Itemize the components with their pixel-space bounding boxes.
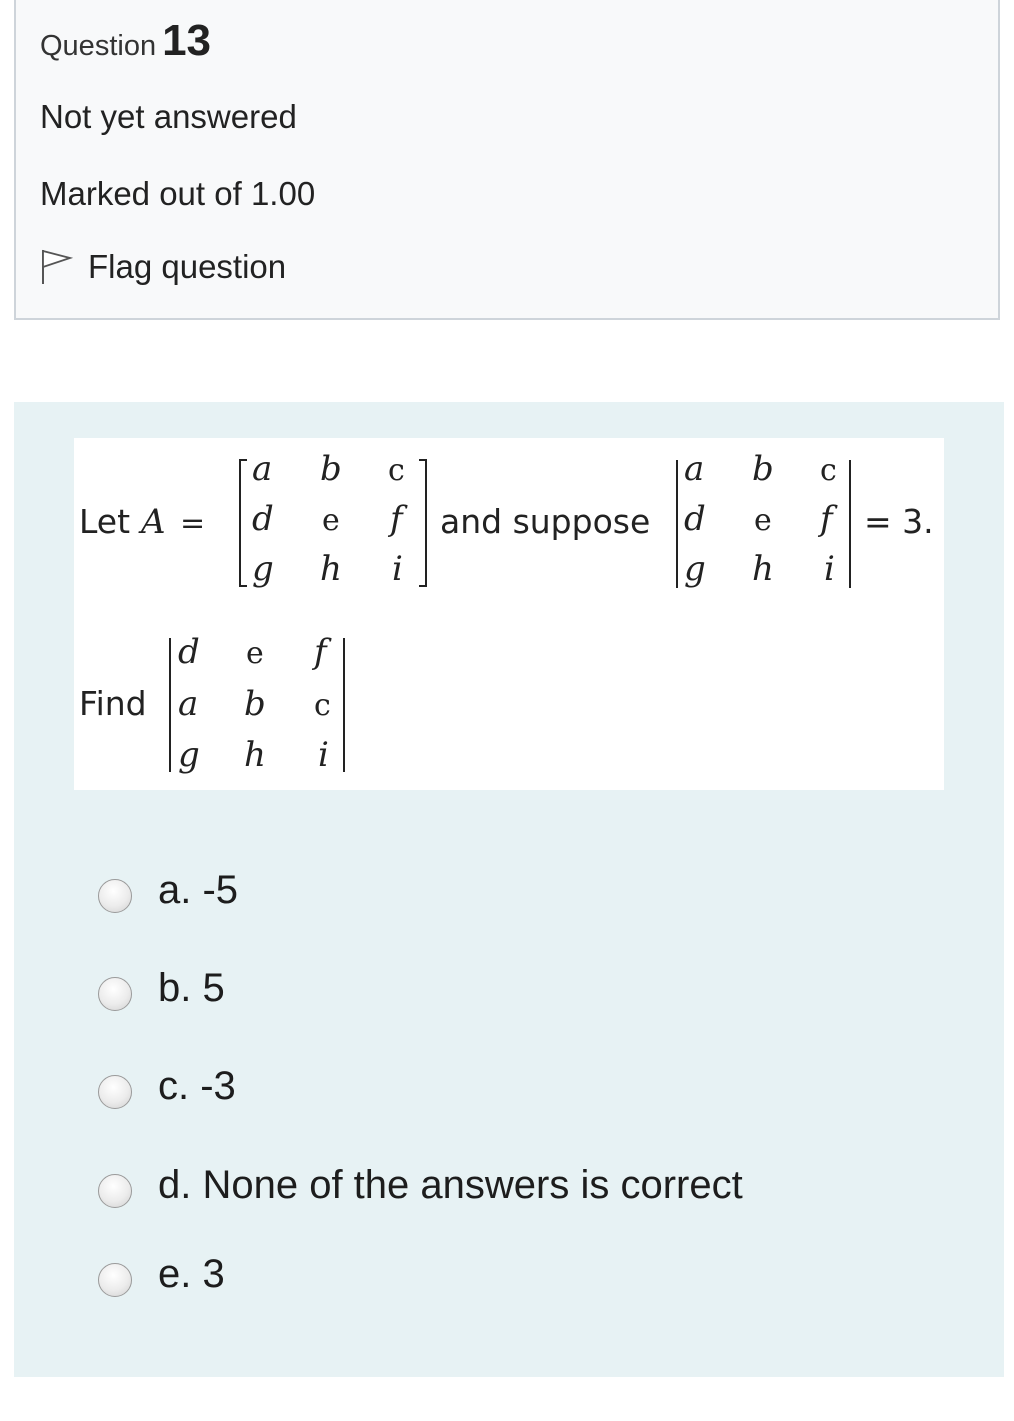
answer-option-d[interactable]: d. None of the answers is correct	[98, 1163, 743, 1208]
answer-option-a[interactable]: a. -5	[98, 868, 238, 913]
question-heading: Question 13	[40, 16, 211, 66]
radio-button[interactable]	[98, 878, 132, 913]
answer-label: c. -3	[158, 1064, 236, 1108]
left-bracket	[239, 459, 247, 587]
matrix-a-cell: b	[320, 449, 342, 489]
question-content: Let A = a b c d e f g h i and suppose a …	[14, 402, 1004, 1377]
question-info-panel: Question 13 Not yet answered Marked out o…	[14, 0, 1000, 320]
radio-button[interactable]	[98, 976, 132, 1011]
det-a-cell: c	[820, 453, 837, 488]
question-number: 13	[162, 16, 212, 65]
let-text: Let	[79, 502, 130, 541]
det-find-cell: a	[178, 684, 198, 724]
flag-question-label: Flag question	[88, 248, 287, 285]
and-suppose-text: and suppose	[440, 502, 650, 541]
var-a: A	[138, 502, 166, 542]
matrix-a-cell: i	[392, 549, 403, 589]
matrix-a-cell: f	[387, 499, 408, 539]
det-a-cell: g	[684, 549, 706, 589]
matrix-a: a b c d e f g h i	[239, 449, 427, 589]
det-a-cell: e	[754, 503, 772, 538]
radio-button[interactable]	[98, 1074, 132, 1109]
matrix-a-cell: d	[252, 499, 274, 539]
answer-option-c[interactable]: c. -3	[98, 1064, 236, 1109]
answer-label: e. 3	[158, 1252, 225, 1296]
find-text: Find	[79, 684, 147, 723]
answer-option-e[interactable]: e. 3	[98, 1252, 225, 1297]
radio-button[interactable]	[98, 1173, 132, 1208]
det-find-cell: b	[244, 684, 266, 724]
det-find-cell: d	[178, 632, 200, 672]
answer-label: a. -5	[158, 868, 239, 912]
answer-label: b. 5	[158, 966, 225, 1010]
equals-sign: =	[180, 506, 205, 541]
det-a-cell: d	[684, 499, 706, 539]
right-bracket	[419, 459, 427, 587]
question-state: Not yet answered	[40, 98, 297, 135]
det-a-cell: a	[684, 449, 704, 489]
det-find-cell: f	[311, 632, 332, 672]
determinant-find: d e f a b c g h i	[169, 632, 345, 775]
question-text: Let A = a b c d e f g h i and suppose a …	[74, 438, 944, 790]
det-find-cell: g	[178, 735, 200, 775]
radio-button[interactable]	[98, 1262, 132, 1297]
equals-three: = 3.	[864, 502, 934, 541]
det-find-cell: c	[314, 688, 331, 723]
det-find-cell: h	[244, 735, 266, 775]
det-a-cell: f	[817, 499, 838, 539]
question-grade: Marked out of 1.00	[40, 175, 316, 212]
det-a-cell: h	[752, 549, 774, 589]
matrix-a-cell: g	[252, 549, 274, 589]
flag-question-button[interactable]: Flag question	[40, 248, 286, 286]
flag-icon	[42, 249, 74, 284]
matrix-a-cell: e	[322, 503, 340, 538]
det-a-cell: i	[824, 549, 835, 589]
question-label: Question	[40, 30, 157, 62]
question-formula: Let A = a b c d e f g h i and suppose a …	[79, 449, 934, 775]
matrix-a-cell: c	[388, 453, 405, 488]
answer-option-b[interactable]: b. 5	[98, 966, 225, 1011]
det-find-cell: i	[318, 735, 329, 775]
answer-label: d. None of the answers is correct	[158, 1163, 743, 1207]
det-a-cell: b	[752, 449, 774, 489]
matrix-a-cell: h	[320, 549, 342, 589]
matrix-a-cell: a	[252, 449, 272, 489]
det-find-cell: e	[246, 636, 264, 671]
determinant-a: a b c d e f g h i	[676, 449, 851, 589]
